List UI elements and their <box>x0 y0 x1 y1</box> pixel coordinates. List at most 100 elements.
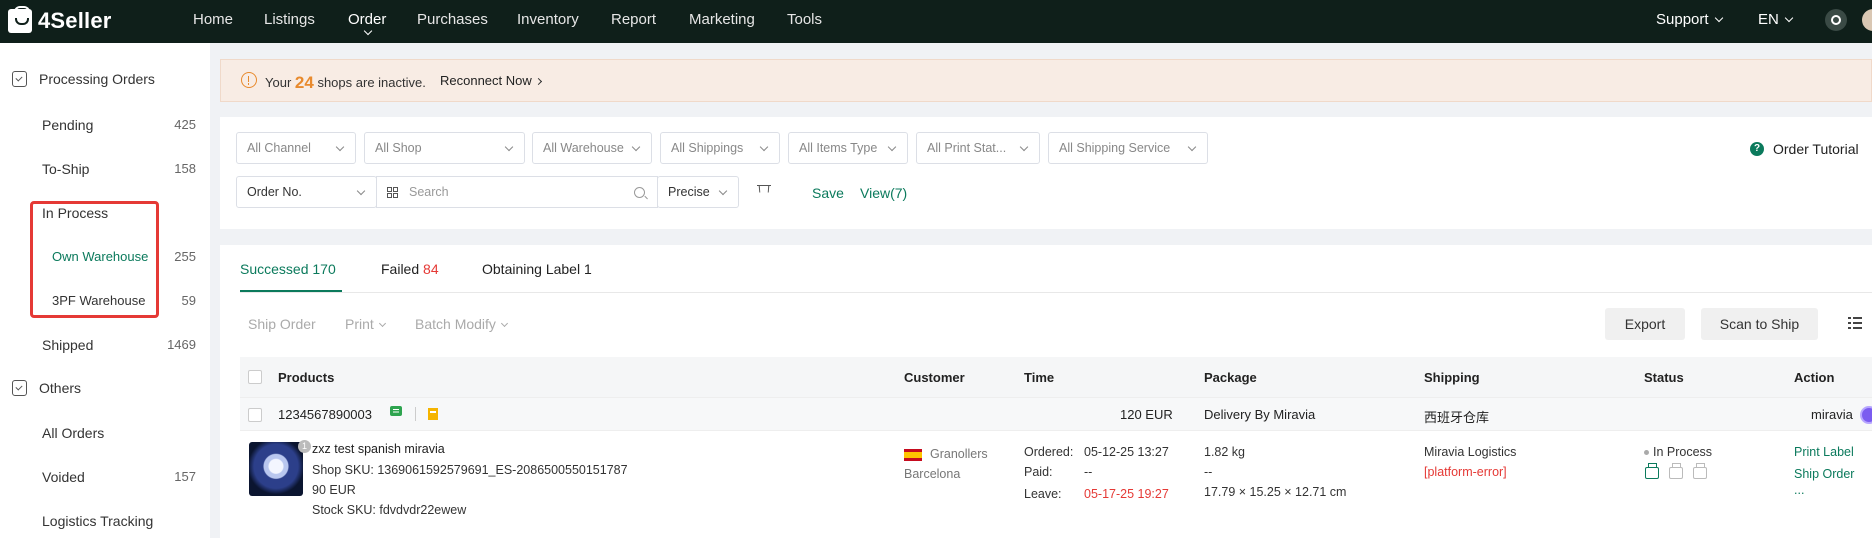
print-label-icon[interactable] <box>1645 463 1659 479</box>
product-title[interactable]: zxz test spanish miravia <box>312 442 445 456</box>
match-mode-select[interactable]: Precise <box>657 176 739 208</box>
tab-successed[interactable]: Successed 170 <box>240 261 336 277</box>
banner-message: Your 24 shops are inactive. <box>265 72 426 92</box>
dropdown-value: All Warehouse <box>543 141 624 155</box>
highlight-annotation-box <box>30 201 159 318</box>
reconnect-label: Reconnect Now <box>440 73 532 88</box>
dropdown-value: All Shipping Service <box>1059 141 1171 155</box>
warning-icon <box>241 72 257 88</box>
ship-order-button[interactable]: Ship Order <box>248 316 316 332</box>
message-icon[interactable] <box>390 406 402 416</box>
warehouse-filter[interactable]: All Warehouse <box>532 132 652 164</box>
language-menu[interactable]: EN <box>1758 11 1794 28</box>
bookmark-flag-icon[interactable] <box>428 408 438 420</box>
saved-views-link[interactable]: View(7) <box>860 185 907 201</box>
nav-order[interactable]: Order <box>348 11 386 28</box>
dropdown-value: Order No. <box>247 185 302 199</box>
table-header: Products Customer Time Package Shipping … <box>240 357 1872 397</box>
chevron-down-icon <box>1187 142 1197 152</box>
filter-funnel-icon[interactable] <box>757 185 773 201</box>
ship-order-action[interactable]: Ship Order <box>1794 467 1854 481</box>
order-number[interactable]: 1234567890003 <box>278 407 372 422</box>
items-type-filter[interactable]: All Items Type <box>788 132 908 164</box>
sidebar-item-to-ship[interactable]: To-Ship <box>42 161 89 177</box>
nav-marketing[interactable]: Marketing <box>689 11 755 28</box>
column-settings-icon[interactable] <box>1848 317 1862 329</box>
sidebar-group-label: Processing Orders <box>39 71 155 87</box>
sidebar-count-3pf-warehouse: 59 <box>181 293 196 308</box>
tab-count: 1 <box>583 261 592 277</box>
tab-obtaining-label[interactable]: Obtaining Label 1 <box>482 261 592 277</box>
clipboard-check-icon <box>12 380 27 396</box>
tab-label: Failed <box>381 261 420 277</box>
more-actions[interactable]: ... <box>1794 483 1804 497</box>
tab-count: 170 <box>312 261 336 277</box>
package-dimensions: 17.79 × 15.25 × 12.71 cm <box>1204 485 1347 499</box>
shop-filter[interactable]: All Shop <box>364 132 525 164</box>
avatar[interactable] <box>1862 9 1872 31</box>
sidebar-group-processing[interactable]: Processing Orders <box>12 71 155 87</box>
nav-purchases[interactable]: Purchases <box>417 11 488 28</box>
batch-modify-menu[interactable]: Batch Modify <box>415 316 508 332</box>
banner-suffix: shops are inactive. <box>317 75 426 90</box>
product-thumbnail[interactable] <box>249 442 303 496</box>
sidebar-item-shipped[interactable]: Shipped <box>42 337 93 353</box>
channel-filter[interactable]: All Channel <box>236 132 356 164</box>
sidebar-group-others[interactable]: Others <box>12 380 81 396</box>
nav-inventory[interactable]: Inventory <box>517 11 579 28</box>
nav-tools[interactable]: Tools <box>787 11 822 28</box>
order-tutorial-link[interactable]: ? Order Tutorial <box>1750 141 1859 157</box>
scan-to-ship-button[interactable]: Scan to Ship <box>1701 308 1818 340</box>
export-button[interactable]: Export <box>1605 308 1685 340</box>
sidebar-item-voided[interactable]: Voided <box>42 469 85 485</box>
chevron-down-icon <box>718 186 728 196</box>
col-action: Action <box>1794 370 1835 385</box>
chevron-down-icon <box>378 319 386 328</box>
delivery-method: Delivery By Miravia <box>1204 407 1316 422</box>
carrier-name: Miravia Logistics <box>1424 445 1517 459</box>
chevron-right-icon <box>534 77 542 86</box>
print-label: Print <box>345 316 374 332</box>
inactive-shop-count: 24 <box>294 73 314 92</box>
search-input-box[interactable]: Search <box>376 176 658 208</box>
print-menu[interactable]: Print <box>345 316 386 332</box>
support-menu[interactable]: Support <box>1656 11 1723 28</box>
search-field-select[interactable]: Order No. <box>236 176 377 208</box>
nav-home[interactable]: Home <box>193 11 233 28</box>
save-filter-link[interactable]: Save <box>812 185 844 201</box>
shipping-error[interactable]: [platform-error] <box>1424 465 1507 479</box>
sidebar-item-logistics-tracking[interactable]: Logistics Tracking <box>42 513 153 529</box>
sidebar-item-all-orders[interactable]: All Orders <box>42 425 104 441</box>
shipping-service-filter[interactable]: All Shipping Service <box>1048 132 1208 164</box>
logo-text: 4Seller <box>38 8 112 33</box>
search-icon[interactable] <box>634 187 645 198</box>
customer-city: Granollers <box>930 447 988 461</box>
nav-report[interactable]: Report <box>611 11 656 28</box>
shippings-filter[interactable]: All Shippings <box>660 132 780 164</box>
tab-label: Obtaining Label <box>482 261 581 277</box>
sidebar-item-pending[interactable]: Pending <box>42 117 93 133</box>
sidebar: Processing Orders Pending 425 To-Ship 15… <box>0 43 210 538</box>
tab-failed[interactable]: Failed 84 <box>381 261 439 277</box>
print-status-filter[interactable]: All Print Stat... <box>916 132 1040 164</box>
chevron-down-icon <box>335 142 345 152</box>
sidebar-count-to-ship: 158 <box>174 161 196 176</box>
print-label-action[interactable]: Print Label <box>1794 445 1854 459</box>
order-group-row: 1234567890003 120 EUR Delivery By Miravi… <box>240 397 1872 431</box>
select-all-checkbox[interactable] <box>248 370 262 384</box>
nav-listings[interactable]: Listings <box>264 11 315 28</box>
sidebar-count-own-warehouse: 255 <box>174 249 196 264</box>
support-label: Support <box>1656 11 1709 28</box>
settings-gear-icon[interactable] <box>1825 9 1847 31</box>
leave-time: 05-17-25 19:27 <box>1084 487 1169 501</box>
print-packing-icon[interactable] <box>1693 463 1707 479</box>
chevron-down-icon <box>887 142 897 152</box>
print-invoice-icon[interactable] <box>1669 463 1683 479</box>
logo[interactable]: 4Seller <box>8 6 112 36</box>
divider <box>415 407 416 421</box>
batch-modify-label: Batch Modify <box>415 316 496 332</box>
col-time: Time <box>1024 370 1055 385</box>
chevron-down-icon <box>1019 142 1029 152</box>
row-checkbox[interactable] <box>248 408 262 422</box>
reconnect-now-link[interactable]: Reconnect Now <box>440 73 542 88</box>
